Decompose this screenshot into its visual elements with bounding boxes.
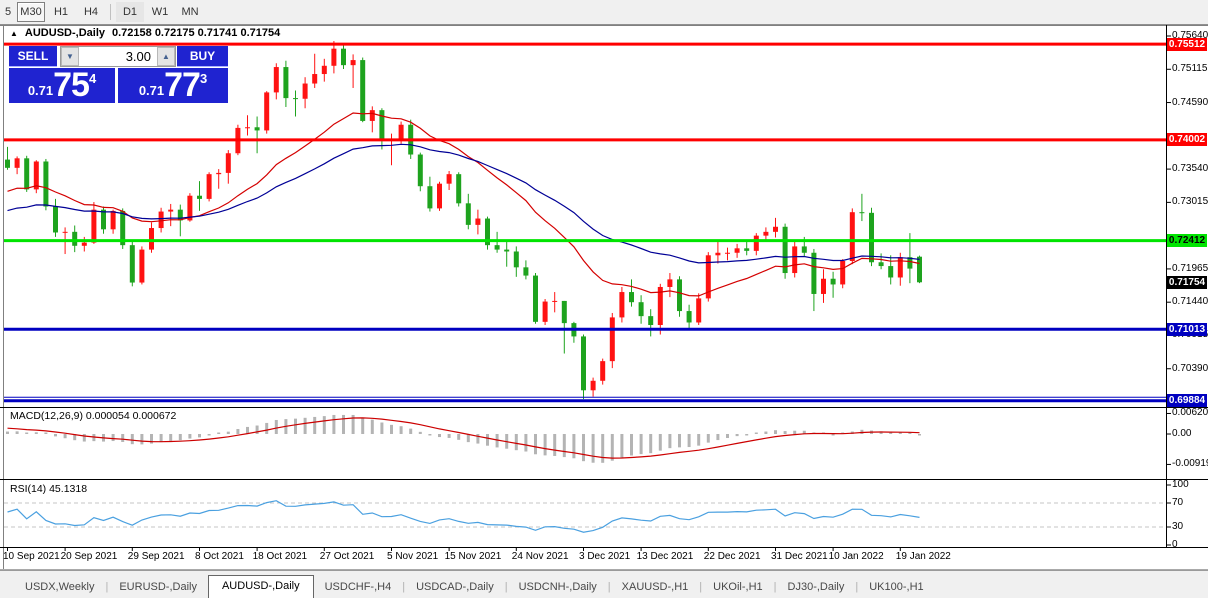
symbol-label: AUDUSD-,Daily xyxy=(25,27,105,39)
collapse-panel-icon[interactable]: ▲ xyxy=(10,29,18,38)
one-click-trade-panel: SELL ▼ ▲ BUY 0.71 75 4 0.71 77 3 xyxy=(9,46,228,103)
volume-input[interactable] xyxy=(79,47,157,66)
timeframe-button-5[interactable]: 5 xyxy=(1,2,15,22)
price-tick-label: 0.74590 xyxy=(1172,97,1208,108)
price-line-badge: 0.72412 xyxy=(1167,234,1207,247)
timeframe-toolbar: 5M30H1H4 D1W1MN xyxy=(0,0,1208,25)
time-axis-label: 5 Nov 2021 xyxy=(387,551,438,562)
price-tick-label: 0.75115 xyxy=(1172,63,1207,74)
price-tick-label: 0.71440 xyxy=(1172,296,1208,307)
volume-increase-button[interactable]: ▲ xyxy=(157,47,175,66)
time-axis-label: 27 Oct 2021 xyxy=(320,551,374,562)
volume-decrease-button[interactable]: ▼ xyxy=(61,47,79,66)
toolbar-separator xyxy=(110,4,111,20)
macd-tick-label: 0.00 xyxy=(1172,428,1191,439)
tab-eurusd-daily[interactable]: EURUSD-,Daily xyxy=(108,577,208,598)
price-tick-label: 0.73015 xyxy=(1172,196,1208,207)
price-line-badge: 0.69884 xyxy=(1167,394,1207,407)
rsi-label: RSI(14) 45.1318 xyxy=(10,483,87,495)
price-tick-label: 0.70390 xyxy=(1172,363,1208,374)
time-axis-label: 29 Sep 2021 xyxy=(128,551,185,562)
price-line-badge: 0.71013 xyxy=(1167,323,1207,336)
time-axis-label: 8 Oct 2021 xyxy=(195,551,244,562)
current-price-badge: 0.71754 xyxy=(1167,276,1207,289)
buy-price-display[interactable]: 0.71 77 3 xyxy=(118,68,228,103)
buy-button[interactable]: BUY xyxy=(177,46,228,67)
rsi-tick-label: 70 xyxy=(1172,497,1183,508)
time-axis-label: 10 Jan 2022 xyxy=(829,551,884,562)
price-tick-label: 0.73540 xyxy=(1172,163,1208,174)
sell-price-pip: 4 xyxy=(89,71,96,86)
tab-uk100-h1[interactable]: UK100-,H1 xyxy=(858,577,934,598)
time-axis-label: 10 Sep 2021 xyxy=(3,551,60,562)
time-axis-label: 24 Nov 2021 xyxy=(512,551,569,562)
time-axis-label: 31 Dec 2021 xyxy=(771,551,828,562)
sell-button[interactable]: SELL xyxy=(9,46,57,67)
timeframe-button-w1[interactable]: W1 xyxy=(146,2,174,22)
volume-stepper: ▼ ▲ xyxy=(60,46,176,67)
tab-usdx-weekly[interactable]: USDX,Weekly xyxy=(14,577,105,598)
tab-xauusd-h1[interactable]: XAUUSD-,H1 xyxy=(611,577,700,598)
timeframe-button-d1[interactable]: D1 xyxy=(116,2,144,22)
price-line-badge: 0.75512 xyxy=(1167,38,1207,51)
sell-price-big: 75 xyxy=(53,69,89,102)
buy-price-big: 77 xyxy=(164,69,200,102)
time-axis-label: 20 Sep 2021 xyxy=(61,551,118,562)
price-tick-label: 0.71965 xyxy=(1172,263,1208,274)
time-axis-label: 3 Dec 2021 xyxy=(579,551,630,562)
rsi-tick-label: 30 xyxy=(1172,521,1183,532)
time-axis-label: 19 Jan 2022 xyxy=(896,551,951,562)
chart-title: ▲ AUDUSD-,Daily 0.72158 0.72175 0.71741 … xyxy=(10,27,280,39)
timeframe-button-mn[interactable]: MN xyxy=(176,2,204,22)
buy-price-pip: 3 xyxy=(200,71,207,86)
chart-tab-bar: USDX,Weekly|EURUSD-,DailyAUDUSD-,DailyUS… xyxy=(0,570,1208,598)
buy-price-prefix: 0.71 xyxy=(139,83,164,98)
rsi-tick-label: 0 xyxy=(1172,539,1178,550)
rsi-tick-label: 100 xyxy=(1172,479,1189,490)
tab-usdcad-daily[interactable]: USDCAD-,Daily xyxy=(405,577,505,598)
sell-price-prefix: 0.71 xyxy=(28,83,53,98)
time-axis-label: 15 Nov 2021 xyxy=(445,551,502,562)
sell-price-display[interactable]: 0.71 75 4 xyxy=(9,68,115,103)
time-axis-label: 18 Oct 2021 xyxy=(253,551,307,562)
price-line-badge: 0.74002 xyxy=(1167,133,1207,146)
timeframe-button-h4[interactable]: H4 xyxy=(77,2,105,22)
ohlc-values: 0.72158 0.72175 0.71741 0.71754 xyxy=(112,27,280,39)
tab-dj30-daily[interactable]: DJ30-,Daily xyxy=(777,577,856,598)
mt4-window: { "toolbar": { "timeframes": [ {"label":… xyxy=(0,0,1208,597)
tab-usdchf-h4[interactable]: USDCHF-,H4 xyxy=(314,577,403,598)
macd-label: MACD(12,26,9) 0.000054 0.000672 xyxy=(10,410,176,422)
macd-tick-label: 0.006201 xyxy=(1172,407,1208,418)
time-axis-label: 13 Dec 2021 xyxy=(637,551,694,562)
tab-audusd-daily[interactable]: AUDUSD-,Daily xyxy=(208,575,314,598)
time-axis-label: 22 Dec 2021 xyxy=(704,551,761,562)
tab-usdcnh-daily[interactable]: USDCNH-,Daily xyxy=(508,577,608,598)
timeframe-button-m30[interactable]: M30 xyxy=(17,2,45,22)
macd-tick-label: -0.00919 xyxy=(1172,458,1208,469)
timeframe-button-h1[interactable]: H1 xyxy=(47,2,75,22)
tab-ukoil-h1[interactable]: UKOil-,H1 xyxy=(702,577,774,598)
